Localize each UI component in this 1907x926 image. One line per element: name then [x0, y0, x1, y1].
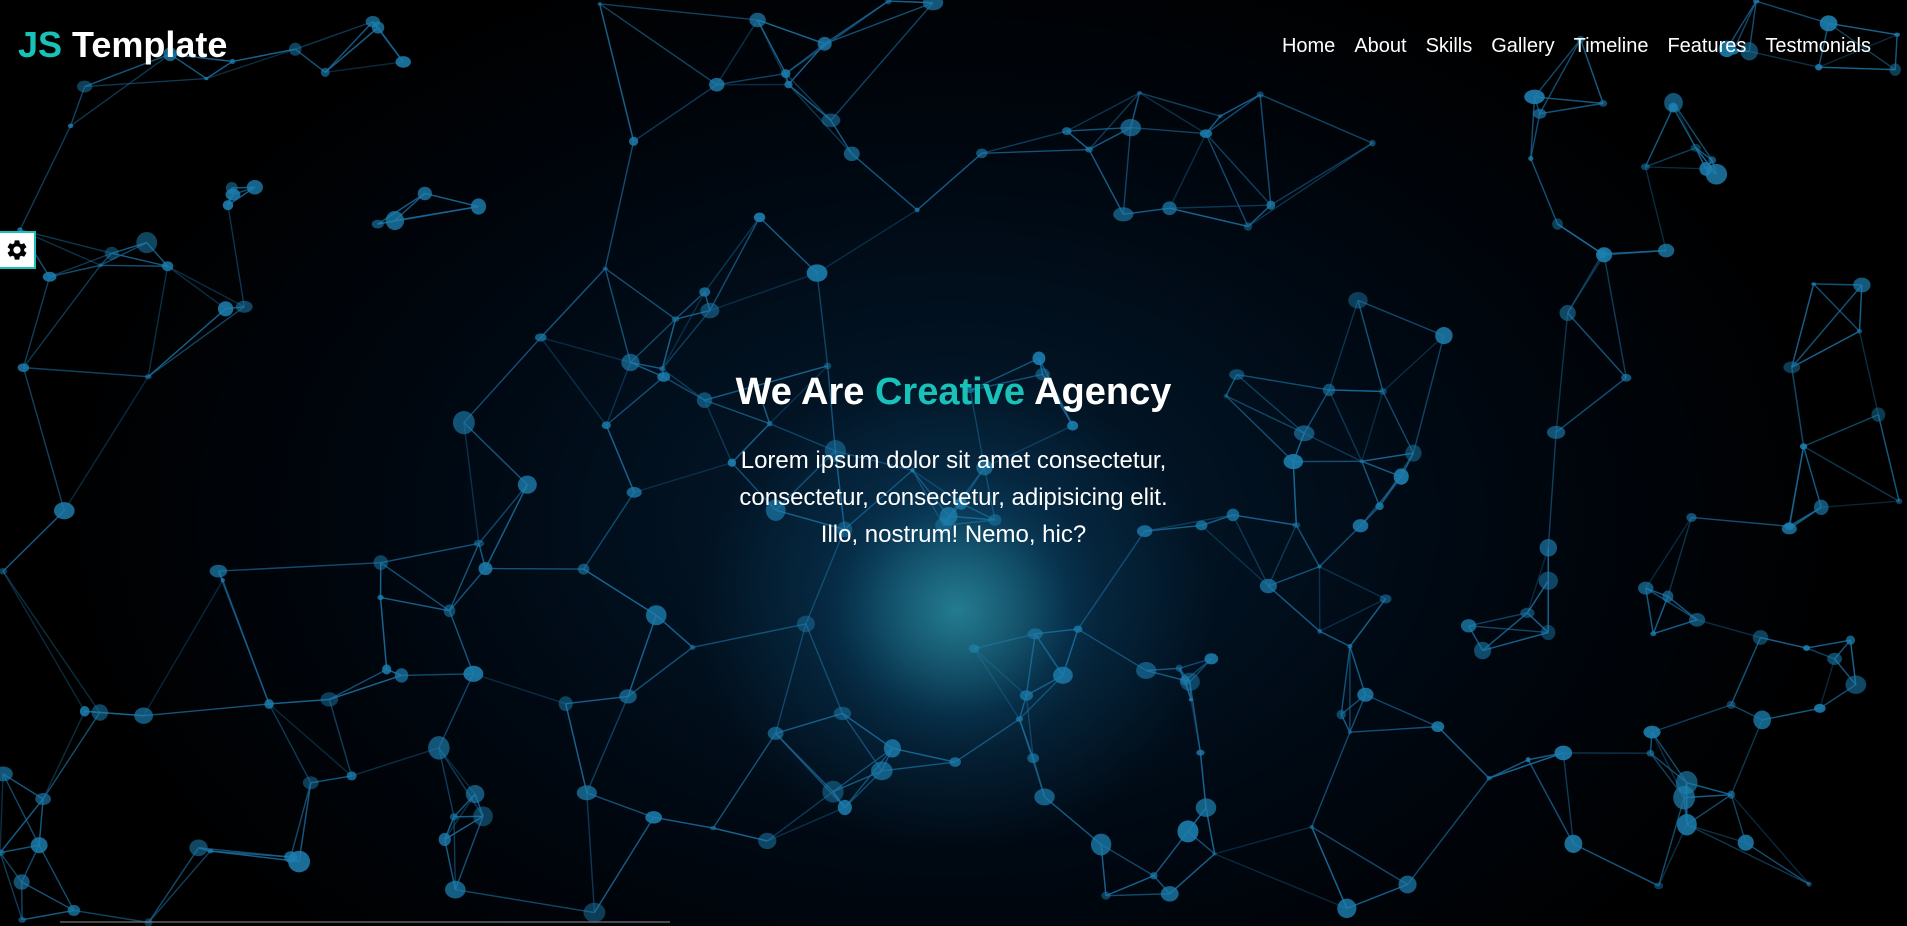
logo-accent-text: JS — [18, 24, 63, 65]
nav-link-about[interactable]: About — [1354, 35, 1406, 57]
nav-link-timeline[interactable]: Timeline — [1574, 35, 1649, 57]
settings-toggle-button[interactable] — [0, 231, 36, 269]
hero-lead-text: Lorem ipsum dolor sit amet consectetur, … — [739, 447, 1168, 548]
headline-part-2: Agency — [1024, 371, 1172, 413]
nav-link-home[interactable]: Home — [1282, 35, 1335, 57]
logo-text: Template — [62, 24, 228, 65]
hero-section: JS Template Home About Skills Gallery Ti… — [0, 0, 1907, 926]
nav-links: Home About Skills Gallery Timeline Featu… — [1263, 35, 1871, 58]
logo-link[interactable]: JS Template — [18, 24, 227, 66]
headline-accent: Creative — [874, 371, 1025, 413]
bottom-divider — [60, 921, 670, 923]
nav-link-testimonials[interactable]: Testmonials — [1765, 35, 1871, 57]
hero-content: We Are Creative Agency Lorem ipsum dolor… — [0, 370, 1907, 553]
nav-link-features[interactable]: Features — [1667, 35, 1746, 57]
gear-icon — [7, 240, 27, 260]
navbar: JS Template Home About Skills Gallery Ti… — [0, 0, 1907, 92]
nav-link-gallery[interactable]: Gallery — [1491, 35, 1554, 57]
hero-headline: We Are Creative Agency — [0, 370, 1907, 414]
nav-link-skills[interactable]: Skills — [1426, 35, 1473, 57]
headline-part-1: We Are — [735, 371, 875, 413]
